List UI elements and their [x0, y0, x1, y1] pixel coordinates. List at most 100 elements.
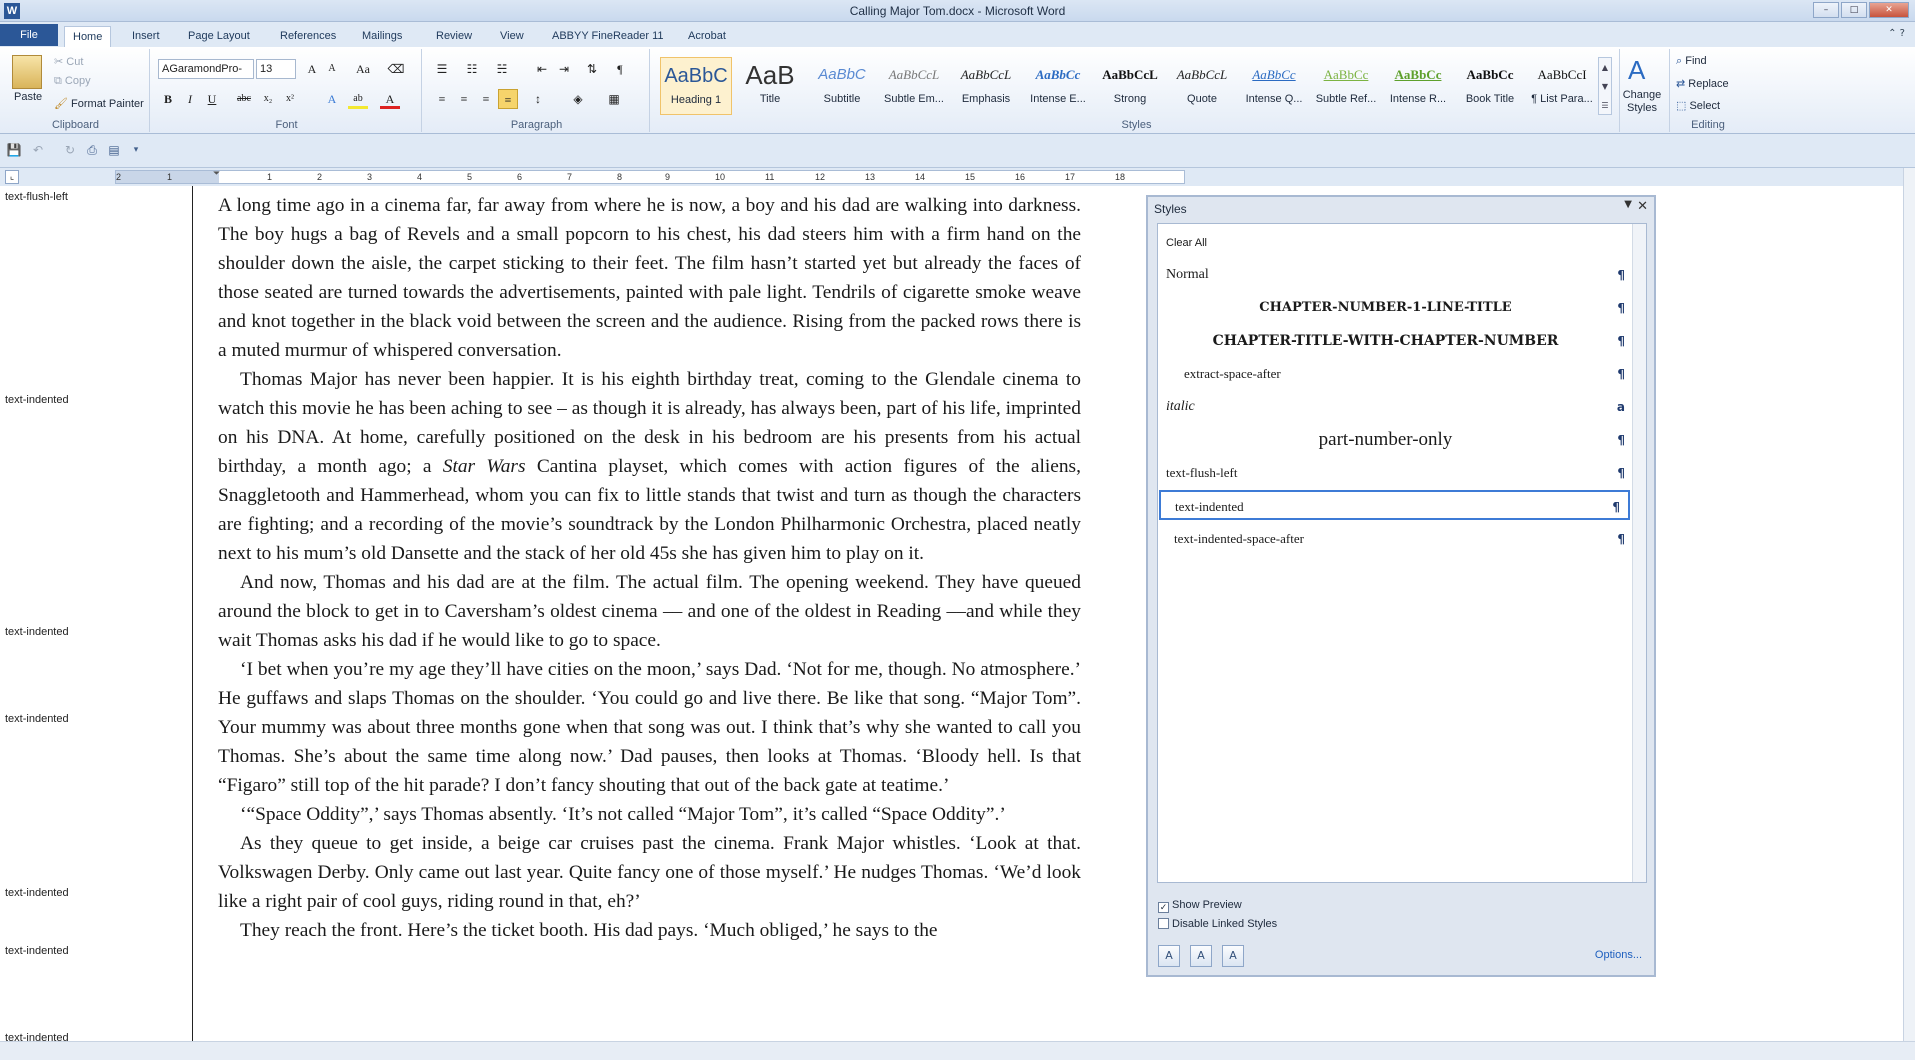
gallery-scroll[interactable]: ▲ ▼ ☰ — [1598, 57, 1612, 115]
align-right-icon[interactable]: ≡ — [476, 89, 496, 109]
document-paragraph[interactable]: Thomas Major has never been happier. It … — [218, 365, 1081, 568]
style-item-text-flush-left[interactable]: text-flush-left ¶ — [1158, 458, 1633, 488]
sort-icon[interactable]: ⇅ — [582, 59, 602, 79]
document-paragraph[interactable]: They reach the front. Here’s the ticket … — [218, 916, 1081, 945]
style-item-chapter-number[interactable]: CHAPTER-NUMBER-1-LINE-TITLE ¶ — [1158, 293, 1633, 323]
justify-icon[interactable]: ≡ — [498, 89, 518, 109]
tab-references[interactable]: References — [272, 26, 344, 47]
style-tile-heading-1[interactable]: AaBbC Heading 1 — [660, 57, 732, 115]
tab-acrobat[interactable]: Acrobat — [680, 26, 734, 47]
document-paragraph[interactable]: A long time ago in a cinema far, far awa… — [218, 191, 1081, 365]
change-case-button[interactable]: Aa — [350, 59, 376, 79]
style-item-chapter-title[interactable]: CHAPTER-TITLE-WITH-CHAPTER-NUMBER ¶ — [1158, 326, 1633, 356]
tab-page-layout[interactable]: Page Layout — [180, 26, 258, 47]
font-color-button[interactable]: A — [380, 89, 400, 109]
style-tile-subtle-reference[interactable]: AaBbCc Subtle Ref... — [1310, 57, 1382, 115]
manage-styles-icon[interactable]: A — [1222, 945, 1244, 967]
style-tile-emphasis[interactable]: AaBbCcL Emphasis — [950, 57, 1022, 115]
style-tile-book-title[interactable]: AaBbCc Book Title — [1454, 57, 1526, 115]
document-paragraph[interactable]: ‘“Space Oddity”,’ says Thomas absently. … — [218, 800, 1081, 829]
tab-review[interactable]: Review — [428, 26, 480, 47]
font-size-combo[interactable]: 13 — [256, 59, 296, 79]
show-preview-checkbox[interactable]: ✓ Show Preview — [1158, 899, 1242, 913]
font-name-combo[interactable]: AGaramondPro- — [158, 59, 254, 79]
style-list-scrollbar[interactable] — [1632, 224, 1646, 882]
format-painter-button[interactable]: 🖌 Format Painter — [54, 97, 144, 110]
tab-view[interactable]: View — [492, 26, 532, 47]
horizontal-scrollbar[interactable] — [0, 1041, 1915, 1060]
select-button[interactable]: ⬚ Select — [1676, 99, 1720, 112]
style-tile-intense-emphasis[interactable]: AaBbCc Intense E... — [1022, 57, 1094, 115]
clear-all-item[interactable]: Clear All — [1158, 228, 1633, 258]
document-paragraph[interactable]: As they queue to get inside, a beige car… — [218, 829, 1081, 916]
show-formatting-button[interactable]: ¶ — [610, 59, 630, 79]
style-item-normal[interactable]: Normal ¶ — [1158, 260, 1633, 290]
tab-mailings[interactable]: Mailings — [354, 26, 410, 47]
find-button[interactable]: ⌕ Find — [1676, 55, 1707, 68]
replace-button[interactable]: ⇄ Replace — [1676, 77, 1729, 90]
underline-button[interactable]: U — [202, 89, 222, 109]
align-left-icon[interactable]: ≡ — [432, 89, 452, 109]
tab-home[interactable]: Home — [64, 26, 112, 47]
help-icon[interactable]: ⌃ ? — [1888, 28, 1905, 39]
new-style-icon[interactable]: A — [1158, 945, 1180, 967]
customize-toolbar-icon[interactable]: ▾ — [128, 142, 144, 158]
style-tile-quote[interactable]: AaBbCcL Quote — [1166, 57, 1238, 115]
style-tile-subtle-emphasis[interactable]: AaBbCcL Subtle Em... — [878, 57, 950, 115]
shading-icon[interactable]: ◈ — [568, 89, 588, 109]
tab-abbyy[interactable]: ABBYY FineReader 11 — [544, 26, 672, 47]
tab-selector-icon[interactable]: ⌞ — [5, 170, 19, 184]
file-tab[interactable]: File — [0, 24, 58, 46]
undo-icon[interactable]: ↶ — [30, 142, 46, 158]
italic-button[interactable]: I — [180, 89, 200, 109]
paste-button[interactable]: Paste — [14, 91, 42, 103]
disable-linked-styles-checkbox[interactable]: Disable Linked Styles — [1158, 918, 1277, 930]
increase-indent-icon[interactable]: ⇥ — [554, 59, 574, 79]
minimize-button[interactable]: – — [1813, 2, 1839, 18]
borders-icon[interactable]: ▦ — [604, 89, 624, 109]
bold-button[interactable]: B — [158, 89, 178, 109]
line-spacing-icon[interactable]: ↕ — [528, 89, 548, 109]
vertical-scrollbar[interactable] — [1903, 168, 1915, 1041]
style-tile-title[interactable]: AaB Title — [734, 57, 806, 115]
superscript-button[interactable]: x² — [280, 89, 300, 109]
copy-button[interactable]: ⧉ Copy — [54, 75, 91, 88]
align-center-icon[interactable]: ≡ — [454, 89, 474, 109]
cut-button[interactable]: ✂ Cut — [54, 55, 83, 68]
highlight-button[interactable]: ab — [348, 89, 368, 109]
style-item-text-indented[interactable]: text-indented ¶ — [1159, 490, 1630, 520]
print-preview-icon[interactable]: ⎙ — [84, 142, 100, 158]
style-tile-intense-quote[interactable]: AaBbCc Intense Q... — [1238, 57, 1310, 115]
style-tile-intense-reference[interactable]: AaBbCc Intense R... — [1382, 57, 1454, 115]
close-button[interactable]: ✕ — [1869, 2, 1909, 18]
change-styles-button[interactable]: Change Styles — [1616, 89, 1668, 115]
maximize-button[interactable]: □ — [1841, 2, 1867, 18]
clear-formatting-icon[interactable]: ⌫ — [386, 59, 406, 79]
text-effects-button[interactable]: A — [322, 89, 342, 109]
style-item-text-indented-space-after[interactable]: text-indented-space-after ¶ — [1158, 524, 1633, 554]
horizontal-ruler[interactable]: ⏷ 2 1 1 2 3 4 5 6 7 8 9 10 11 12 13 14 1… — [115, 169, 1185, 184]
subscript-button[interactable]: x₂ — [258, 89, 278, 109]
style-item-italic[interactable]: italic a — [1158, 392, 1633, 422]
decrease-indent-icon[interactable]: ⇤ — [532, 59, 552, 79]
style-tile-list-paragraph[interactable]: AaBbCcI ¶ List Para... — [1526, 57, 1598, 115]
document-paragraph[interactable]: ‘I bet when you’re my age they’ll have c… — [218, 655, 1081, 800]
style-tile-subtitle[interactable]: AaBbC Subtitle — [806, 57, 878, 115]
indent-marker-icon[interactable]: ⏷ — [213, 169, 220, 179]
shrink-font-button[interactable]: A — [322, 59, 342, 79]
redo-icon[interactable]: ↻ — [62, 142, 78, 158]
multilevel-list-icon[interactable]: ☵ — [492, 59, 512, 79]
options-link[interactable]: Options... — [1595, 949, 1642, 961]
new-document-icon[interactable]: ▤ — [106, 142, 122, 158]
numbering-icon[interactable]: ☷ — [462, 59, 482, 79]
save-icon[interactable]: 💾 — [6, 142, 22, 158]
style-inspector-icon[interactable]: A — [1190, 945, 1212, 967]
document-paragraph[interactable]: And now, Thomas and his dad are at the f… — [218, 568, 1081, 655]
bullets-icon[interactable]: ☰ — [432, 59, 452, 79]
pane-close-icon[interactable]: ✕ — [1637, 199, 1648, 214]
grow-font-button[interactable]: A — [302, 59, 322, 79]
strikethrough-button[interactable]: abc — [232, 89, 256, 109]
pane-options-icon[interactable]: ▼ — [1624, 199, 1632, 210]
style-item-part-number-only[interactable]: part-number-only ¶ — [1158, 425, 1633, 455]
style-tile-strong[interactable]: AaBbCcL Strong — [1094, 57, 1166, 115]
